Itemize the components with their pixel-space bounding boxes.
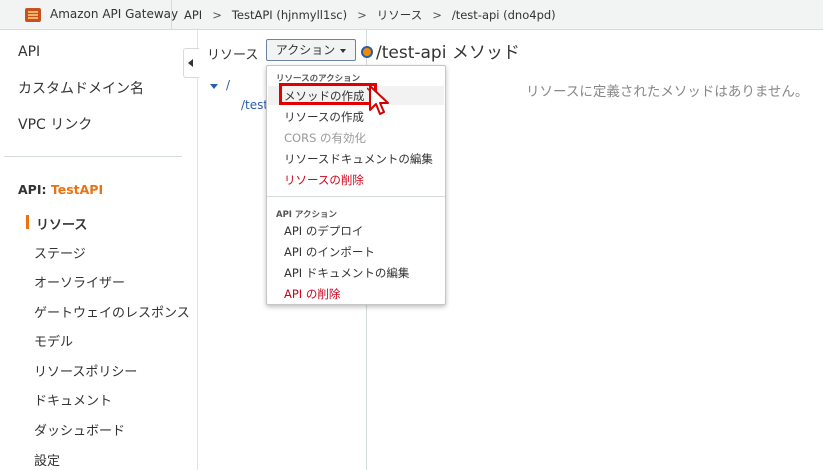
sidebar-item-gateway-responses[interactable]: ゲートウェイのレスポンス bbox=[34, 302, 190, 321]
sidebar-item-custom-domain[interactable]: カスタムドメイン名 bbox=[18, 78, 144, 98]
resource-dot-icon bbox=[361, 46, 373, 58]
api-gateway-logo-icon[interactable] bbox=[24, 6, 42, 24]
menu-item-import-api[interactable]: API のインポート bbox=[284, 244, 375, 260]
sidebar-item-models[interactable]: モデル bbox=[34, 331, 73, 350]
pointer-cursor-icon bbox=[367, 85, 389, 115]
breadcrumb-separator: > bbox=[432, 8, 442, 22]
top-navigation-bar: Amazon API Gateway API > TestAPI (hjnmyll1… bbox=[0, 0, 823, 30]
brand-name[interactable]: Amazon API Gateway bbox=[50, 7, 178, 21]
tree-expand-icon[interactable] bbox=[210, 84, 218, 89]
menu-divider bbox=[267, 196, 445, 197]
api-prefix: API: bbox=[18, 182, 51, 197]
tree-item-test-api[interactable]: /test bbox=[241, 98, 268, 112]
sidebar-item-settings[interactable]: 設定 bbox=[34, 450, 60, 469]
breadcrumb-api[interactable]: API bbox=[184, 8, 202, 22]
menu-item-create-resource[interactable]: リソースの作成 bbox=[284, 109, 364, 125]
actions-dropdown-button[interactable]: アクション bbox=[266, 39, 356, 61]
menu-item-deploy-api[interactable]: API のデプロイ bbox=[284, 223, 363, 239]
breadcrumb-separator: > bbox=[212, 8, 222, 22]
collapse-sidebar-icon bbox=[188, 59, 193, 67]
sidebar-item-resource-policy[interactable]: リソースポリシー bbox=[34, 361, 137, 380]
top-divider bbox=[171, 0, 172, 30]
breadcrumb-testapi[interactable]: TestAPI (hjnmyll1sc) bbox=[232, 8, 347, 22]
sidebar-item-authorizers[interactable]: オーソライザー bbox=[34, 272, 125, 291]
menu-item-edit-api-docs[interactable]: API ドキュメントの編集 bbox=[284, 265, 409, 281]
breadcrumb-current-resource[interactable]: /test-api (dno4pd) bbox=[452, 8, 556, 22]
menu-header-api-actions: API アクション bbox=[276, 210, 338, 220]
collapse-sidebar-button[interactable] bbox=[183, 48, 199, 78]
menu-item-delete-resource[interactable]: リソースの削除 bbox=[284, 172, 364, 188]
sidebar-api-heading[interactable]: API: TestAPI bbox=[18, 182, 103, 197]
highlight-annotation bbox=[279, 83, 377, 105]
sidebar-item-api[interactable]: API bbox=[18, 44, 40, 60]
resources-label: リソース bbox=[207, 48, 259, 63]
empty-methods-message: リソースに定義されたメソッドはありません。 bbox=[526, 84, 809, 100]
menu-item-enable-cors: CORS の有効化 bbox=[284, 131, 367, 145]
actions-button-label: アクション bbox=[275, 43, 336, 57]
sidebar-divider bbox=[4, 156, 182, 157]
menu-item-edit-resource-docs[interactable]: リソースドキュメントの編集 bbox=[284, 151, 433, 167]
tree-item-root[interactable]: / bbox=[226, 78, 230, 92]
menu-item-delete-api[interactable]: API の削除 bbox=[284, 286, 340, 302]
sidebar-item-vpc-link[interactable]: VPC リンク bbox=[18, 114, 92, 134]
breadcrumb-separator: > bbox=[357, 8, 367, 22]
breadcrumb-resources[interactable]: リソース bbox=[377, 8, 422, 22]
page-title: /test-api メソッド bbox=[376, 43, 520, 63]
breadcrumb: API > TestAPI (hjnmyll1sc) > リソース > /test-api … bbox=[184, 7, 556, 23]
sidebar-item-documentation[interactable]: ドキュメント bbox=[34, 390, 112, 409]
sidebar-item-resources[interactable]: リソース bbox=[36, 214, 87, 233]
active-indicator bbox=[26, 215, 29, 229]
chevron-down-icon bbox=[340, 48, 347, 53]
sidebar-item-stages[interactable]: ステージ bbox=[34, 243, 86, 262]
left-sidebar: API カスタムドメイン名 VPC リンク API: TestAPI リソース … bbox=[0, 30, 198, 470]
sidebar-item-dashboard[interactable]: ダッシュボード bbox=[34, 420, 125, 439]
api-name: TestAPI bbox=[50, 182, 104, 197]
